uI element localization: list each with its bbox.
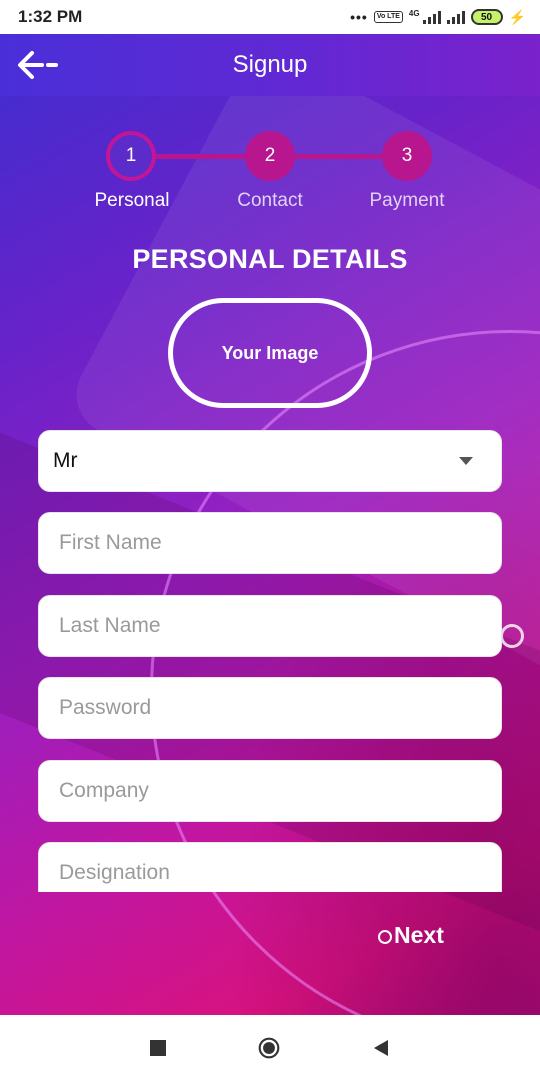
- company-input[interactable]: [59, 779, 481, 803]
- battery-level: 50: [481, 11, 493, 23]
- step-2-number: 2: [264, 145, 276, 166]
- step-1-label: Personal: [94, 190, 170, 211]
- system-back-button[interactable]: [370, 1037, 392, 1059]
- step-connector: [150, 154, 260, 159]
- next-button[interactable]: Next: [378, 918, 444, 952]
- back-arrow-icon: [18, 51, 58, 79]
- network-type: 4G: [408, 8, 420, 18]
- signal-icon: [422, 10, 441, 24]
- scroll-clip: [0, 840, 540, 892]
- step-1-circle[interactable]: 1: [106, 131, 156, 181]
- progress-stepper: 1 2 3 Personal Contact Payment: [0, 126, 540, 226]
- section-title: PERSONAL DETAILS: [132, 244, 408, 274]
- page-title: Signup: [232, 51, 308, 78]
- step-3-label: Payment: [369, 190, 445, 211]
- your-image-label: Your Image: [221, 342, 319, 363]
- recents-button[interactable]: [147, 1037, 169, 1059]
- decorative-ring: [500, 624, 524, 648]
- designation-field[interactable]: [38, 842, 502, 892]
- back-button[interactable]: [16, 48, 64, 82]
- last-name-input[interactable]: [59, 614, 481, 638]
- system-nav-bar: [0, 1015, 540, 1080]
- home-circle-icon: [258, 1037, 280, 1059]
- battery-icon: 50: [470, 9, 503, 25]
- dropdown-caret-icon: [459, 457, 473, 465]
- step-1-number: 1: [125, 145, 137, 166]
- status-icons: ••• Vo LTE 4G 50 ⚡: [350, 9, 526, 26]
- status-bar: 1:32 PM ••• Vo LTE 4G 50 ⚡: [0, 0, 540, 34]
- next-label: Next: [394, 921, 444, 948]
- step-2-circle[interactable]: 2: [245, 131, 295, 181]
- salutation-value: Mr: [53, 449, 78, 472]
- app-bar: Signup: [0, 34, 540, 96]
- company-field[interactable]: [38, 760, 502, 822]
- volte-icon: Vo LTE: [373, 11, 403, 23]
- first-name-field[interactable]: [38, 512, 502, 574]
- password-field[interactable]: [38, 677, 502, 739]
- password-input[interactable]: [59, 696, 481, 720]
- home-button[interactable]: [258, 1037, 280, 1059]
- first-name-input[interactable]: [59, 531, 481, 555]
- step-3-circle[interactable]: 3: [382, 131, 432, 181]
- step-3-number: 3: [401, 145, 413, 166]
- step-2-label: Contact: [237, 190, 303, 211]
- designation-input[interactable]: [59, 861, 481, 885]
- next-ring-icon: [378, 930, 392, 944]
- back-triangle-icon: [374, 1040, 388, 1056]
- charging-icon: ⚡: [508, 8, 526, 25]
- signal-icon-2: [446, 10, 465, 24]
- status-time: 1:32 PM: [18, 7, 83, 26]
- last-name-field[interactable]: [38, 595, 502, 657]
- your-image-button[interactable]: Your Image: [168, 298, 372, 408]
- notification-dots: •••: [350, 9, 368, 25]
- salutation-select[interactable]: Mr: [38, 430, 502, 492]
- recents-square-icon: [150, 1040, 166, 1056]
